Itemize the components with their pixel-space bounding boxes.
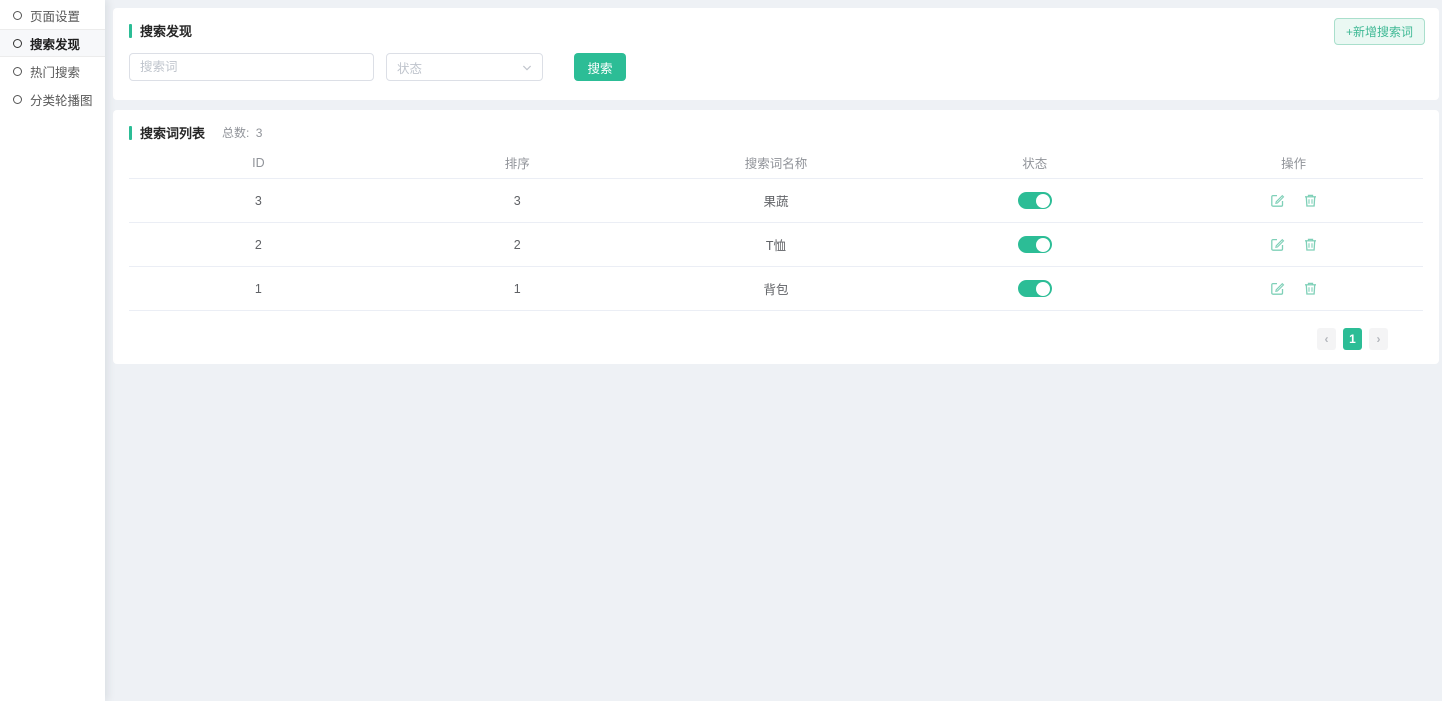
- sidebar-item-label: 搜索发现: [30, 34, 80, 53]
- table-header-row: ID 排序 搜索词名称 状态 操作: [129, 147, 1423, 179]
- trash-icon[interactable]: [1303, 281, 1318, 296]
- table-row: 1 1 背包: [129, 267, 1423, 311]
- radio-circle-icon: [13, 95, 22, 104]
- sidebar-item-category-carousel[interactable]: 分类轮播图: [0, 85, 105, 113]
- cell-sort: 3: [388, 194, 647, 208]
- cell-sort: 1: [388, 282, 647, 296]
- cell-actions: [1164, 193, 1423, 208]
- toggle-knob: [1036, 238, 1050, 252]
- search-term-table: ID 排序 搜索词名称 状态 操作 3 3 果蔬: [129, 147, 1423, 311]
- radio-circle-icon: [13, 67, 22, 76]
- column-header-actions: 操作: [1164, 153, 1423, 172]
- cell-actions: [1164, 237, 1423, 252]
- next-page-button[interactable]: ›: [1369, 328, 1388, 350]
- column-header-status: 状态: [905, 153, 1164, 172]
- cell-id: 2: [129, 238, 388, 252]
- status-toggle[interactable]: [1018, 236, 1052, 253]
- sidebar-item-hot-search[interactable]: 热门搜索: [0, 57, 105, 85]
- filter-card-title-row: 搜索发现: [129, 21, 1425, 40]
- sidebar-item-label: 热门搜索: [30, 62, 80, 81]
- sidebar-item-label: 页面设置: [30, 6, 80, 25]
- chevron-down-icon: [522, 62, 532, 72]
- cell-actions: [1164, 281, 1423, 296]
- title-accent-bar: [129, 126, 132, 140]
- column-header-id: ID: [129, 156, 388, 170]
- toggle-knob: [1036, 194, 1050, 208]
- pagination: ‹ 1 ›: [129, 328, 1388, 350]
- status-toggle[interactable]: [1018, 192, 1052, 209]
- filter-form-row: 状态 搜索: [129, 53, 1425, 81]
- cell-status: [905, 280, 1164, 297]
- page-number-button[interactable]: 1: [1343, 328, 1362, 350]
- edit-icon[interactable]: [1270, 281, 1285, 296]
- sidebar-item-page-settings[interactable]: 页面设置: [0, 1, 105, 29]
- table-row: 2 2 T恤: [129, 223, 1423, 267]
- column-header-sort: 排序: [388, 153, 647, 172]
- list-card-title-row: 搜索词列表 总数: 3: [129, 123, 1423, 142]
- column-header-name: 搜索词名称: [647, 153, 906, 172]
- cell-name: 背包: [647, 279, 906, 298]
- add-search-term-button[interactable]: +新增搜索词: [1334, 18, 1425, 45]
- status-select-placeholder: 状态: [397, 58, 422, 77]
- cell-status: [905, 236, 1164, 253]
- list-title: 搜索词列表: [140, 123, 205, 142]
- page-title: 搜索发现: [140, 21, 192, 40]
- status-select[interactable]: 状态: [386, 53, 543, 81]
- cell-name: T恤: [647, 235, 906, 254]
- table-row: 3 3 果蔬: [129, 179, 1423, 223]
- trash-icon[interactable]: [1303, 237, 1318, 252]
- search-button[interactable]: 搜索: [574, 53, 626, 81]
- edit-icon[interactable]: [1270, 193, 1285, 208]
- cell-status: [905, 192, 1164, 209]
- cell-name: 果蔬: [647, 191, 906, 210]
- sidebar: 页面设置 搜索发现 热门搜索 分类轮播图: [0, 0, 105, 701]
- edit-icon[interactable]: [1270, 237, 1285, 252]
- sidebar-item-label: 分类轮播图: [30, 90, 93, 109]
- cell-sort: 2: [388, 238, 647, 252]
- sidebar-item-search-discovery[interactable]: 搜索发现: [0, 29, 105, 57]
- prev-page-button[interactable]: ‹: [1317, 328, 1336, 350]
- total-count-label: 总数:: [222, 126, 249, 140]
- title-accent-bar: [129, 24, 132, 38]
- total-count-value: 3: [256, 126, 263, 140]
- main-content: 搜索发现 +新增搜索词 状态 搜索 搜索词列表 总数: 3 ID: [105, 0, 1442, 701]
- cell-id: 1: [129, 282, 388, 296]
- radio-circle-icon: [13, 39, 22, 48]
- keyword-search-input[interactable]: [129, 53, 374, 81]
- total-count: 总数: 3: [219, 124, 262, 141]
- trash-icon[interactable]: [1303, 193, 1318, 208]
- cell-id: 3: [129, 194, 388, 208]
- search-term-list-card: 搜索词列表 总数: 3 ID 排序 搜索词名称 状态 操作 3 3 果蔬: [113, 110, 1439, 364]
- status-toggle[interactable]: [1018, 280, 1052, 297]
- search-filter-card: 搜索发现 +新增搜索词 状态 搜索: [113, 8, 1439, 100]
- radio-circle-icon: [13, 11, 22, 20]
- toggle-knob: [1036, 282, 1050, 296]
